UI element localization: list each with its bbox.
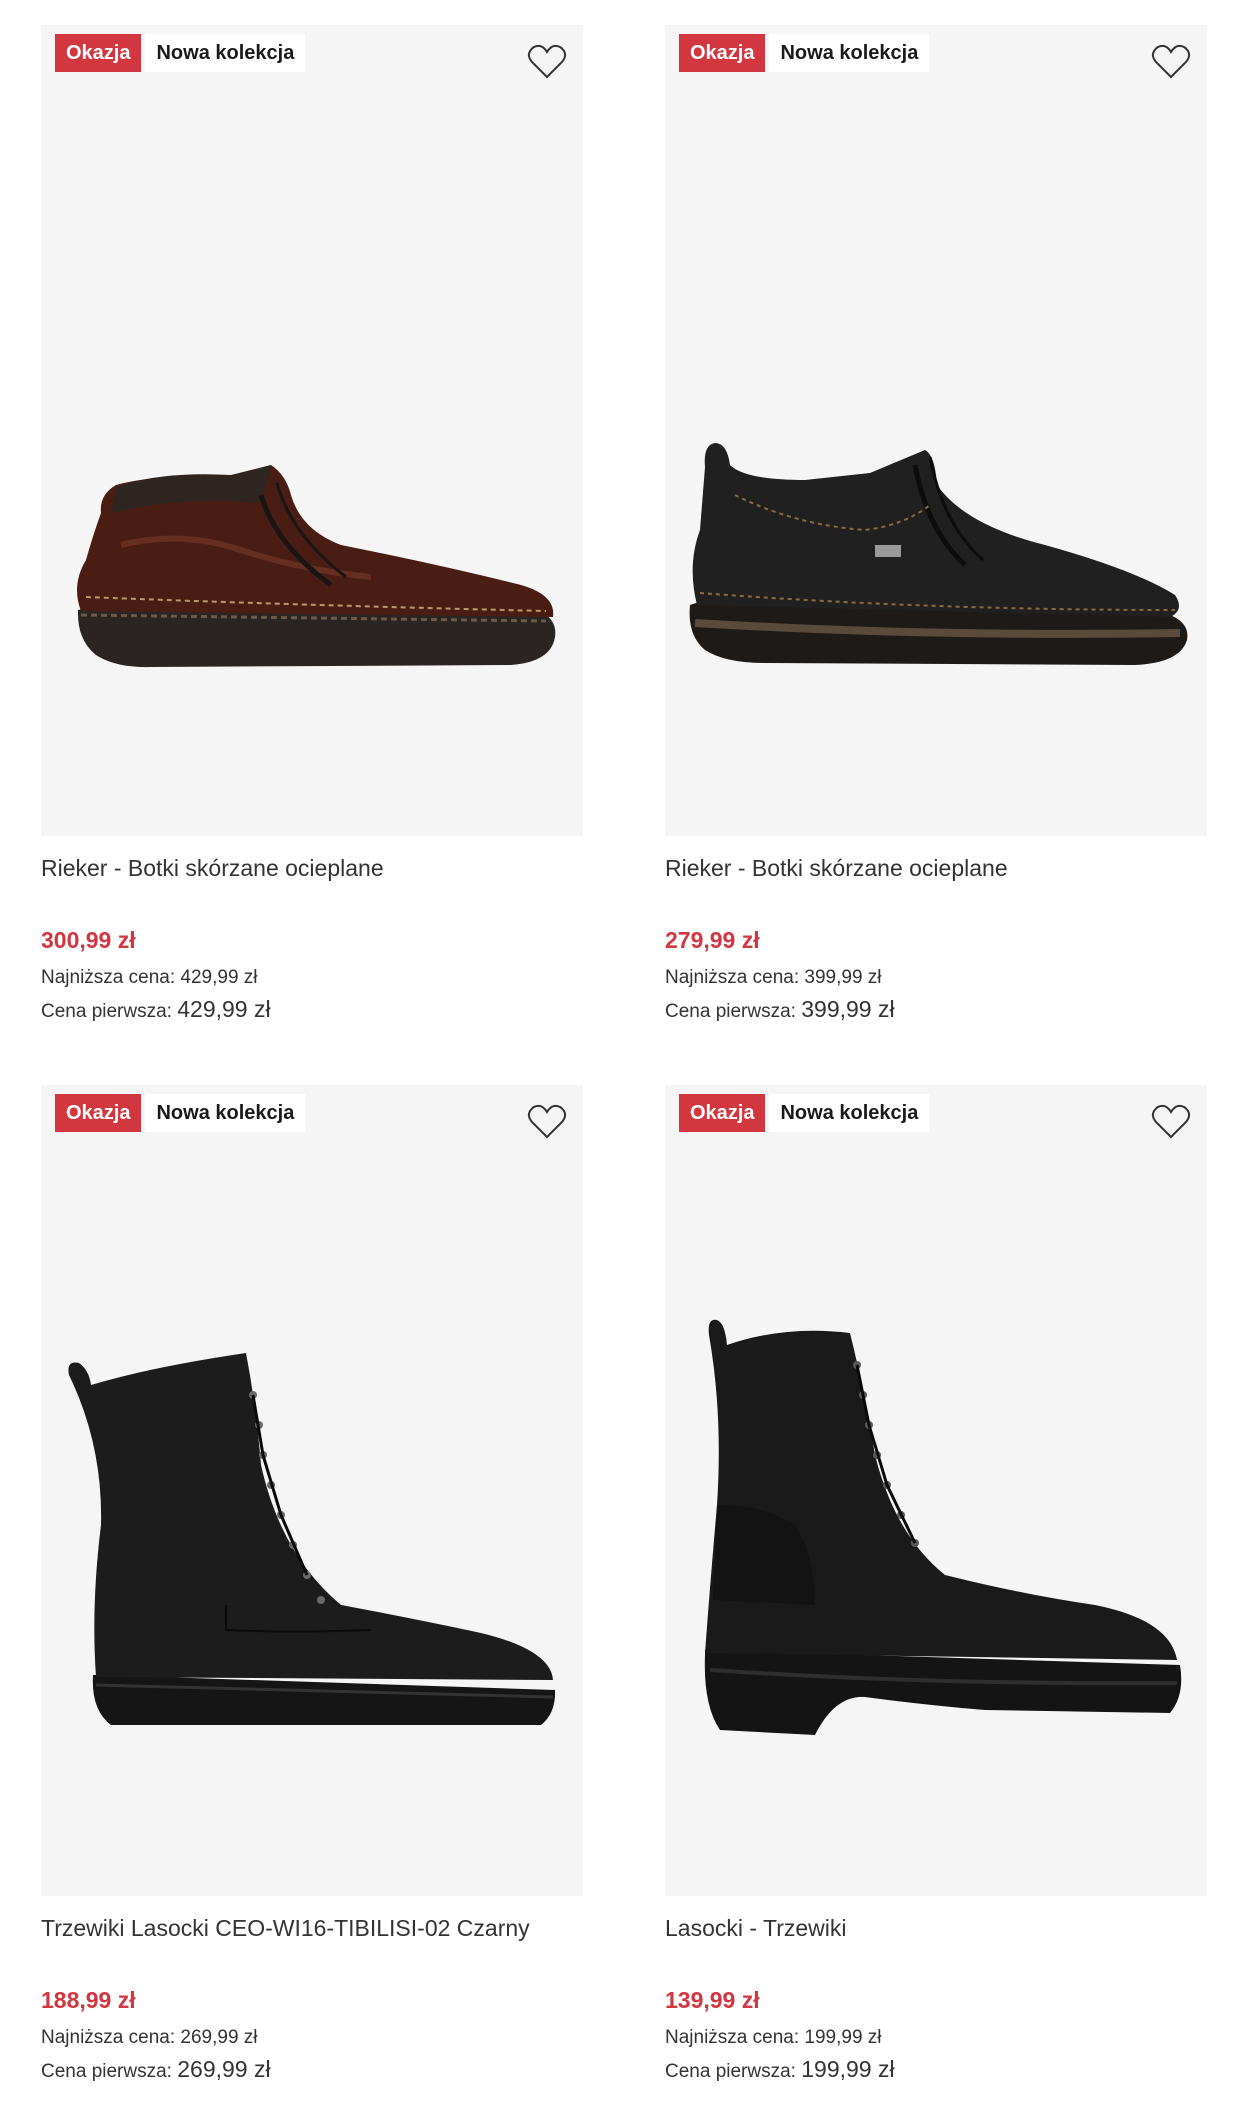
lowest-price: Najniższa cena: 399,99 zł <box>665 967 882 989</box>
lowest-price-value: 429,99 zł <box>180 967 258 988</box>
product-image-area[interactable]: Okazja Nowa kolekcja <box>665 1085 1207 1896</box>
new-collection-badge: Nowa kolekcja <box>145 1094 306 1132</box>
product-price: 188,99 zł <box>41 1987 136 2013</box>
lowest-price: Najniższa cena: 429,99 zł <box>41 967 258 989</box>
product-title[interactable]: Rieker - Botki skórzane ocieplane <box>665 855 1008 882</box>
product-title[interactable]: Lasocki - Trzewiki <box>665 1915 846 1942</box>
new-collection-badge: Nowa kolekcja <box>769 34 930 72</box>
lowest-price-label: Najniższa cena: <box>41 2027 176 2048</box>
original-price-value: 399,99 zł <box>801 996 895 1022</box>
lowest-price: Najniższa cena: 199,99 zł <box>665 2027 882 2049</box>
original-price-label: Cena pierwsza: <box>665 1001 796 1022</box>
product-title[interactable]: Rieker - Botki skórzane ocieplane <box>41 855 384 882</box>
heart-outline-icon[interactable] <box>527 1103 567 1141</box>
product-card[interactable]: Okazja Nowa kolekcja Rieker - Botki skór… <box>41 25 583 1055</box>
original-price-label: Cena pierwsza: <box>41 1001 172 1022</box>
heart-outline-icon[interactable] <box>1151 1103 1191 1141</box>
heart-outline-icon[interactable] <box>1151 43 1191 81</box>
sale-badge: Okazja <box>55 1094 142 1132</box>
lowest-price-value: 269,99 zł <box>180 2027 258 2048</box>
sale-badge: Okazja <box>679 1094 766 1132</box>
product-price: 139,99 zł <box>665 1987 760 2013</box>
product-image-brown-zip-boot <box>77 465 556 668</box>
original-price: Cena pierwsza: 399,99 zł <box>665 996 895 1023</box>
sale-badge: Okazja <box>679 34 766 72</box>
lowest-price: Najniższa cena: 269,99 zł <box>41 2027 258 2049</box>
original-price-value: 429,99 zł <box>177 996 271 1022</box>
original-price-label: Cena pierwsza: <box>665 2061 796 2082</box>
product-card[interactable]: Okazja Nowa kolekcja Lasocki - Trzewiki … <box>665 1085 1207 2115</box>
badge-group: Okazja Nowa kolekcja <box>55 1094 306 1132</box>
original-price-value: 199,99 zł <box>801 2056 895 2082</box>
product-price: 279,99 zł <box>665 927 760 953</box>
product-title[interactable]: Trzewiki Lasocki CEO-WI16-TIBILISI-02 Cz… <box>41 1915 530 1942</box>
product-card[interactable]: Okazja Nowa kolekcja Rieker - Botki skór… <box>665 25 1207 1055</box>
heart-outline-icon[interactable] <box>527 43 567 81</box>
product-image-area[interactable]: Okazja Nowa kolekcja <box>41 1085 583 1896</box>
product-image-black-lace-up-boot <box>68 1353 556 1725</box>
original-price: Cena pierwsza: 269,99 zł <box>41 2056 271 2083</box>
lowest-price-value: 199,99 zł <box>804 2027 882 2048</box>
original-price-label: Cena pierwsza: <box>41 2061 172 2082</box>
lowest-price-label: Najniższa cena: <box>665 2027 800 2048</box>
sale-badge: Okazja <box>55 34 142 72</box>
new-collection-badge: Nowa kolekcja <box>145 34 306 72</box>
lowest-price-label: Najniższa cena: <box>41 967 176 988</box>
lowest-price-value: 399,99 zł <box>804 967 882 988</box>
badge-group: Okazja Nowa kolekcja <box>55 34 306 72</box>
product-card[interactable]: Okazja Nowa kolekcja Trzewiki Lasocki CE… <box>41 1085 583 2115</box>
lowest-price-label: Najniższa cena: <box>665 967 800 988</box>
badge-group: Okazja Nowa kolekcja <box>679 34 930 72</box>
original-price-value: 269,99 zł <box>177 2056 271 2082</box>
product-grid: Okazja Nowa kolekcja Rieker - Botki skór… <box>0 0 1250 2123</box>
product-image-area[interactable]: Okazja Nowa kolekcja <box>665 25 1207 836</box>
original-price: Cena pierwsza: 199,99 zł <box>665 2056 895 2083</box>
product-image-black-zip-boot <box>689 443 1188 665</box>
badge-group: Okazja Nowa kolekcja <box>679 1094 930 1132</box>
product-image-area[interactable]: Okazja Nowa kolekcja <box>41 25 583 836</box>
new-collection-badge: Nowa kolekcja <box>769 1094 930 1132</box>
product-image-black-chunky-boot <box>704 1319 1182 1735</box>
product-price: 300,99 zł <box>41 927 136 953</box>
original-price: Cena pierwsza: 429,99 zł <box>41 996 271 1023</box>
